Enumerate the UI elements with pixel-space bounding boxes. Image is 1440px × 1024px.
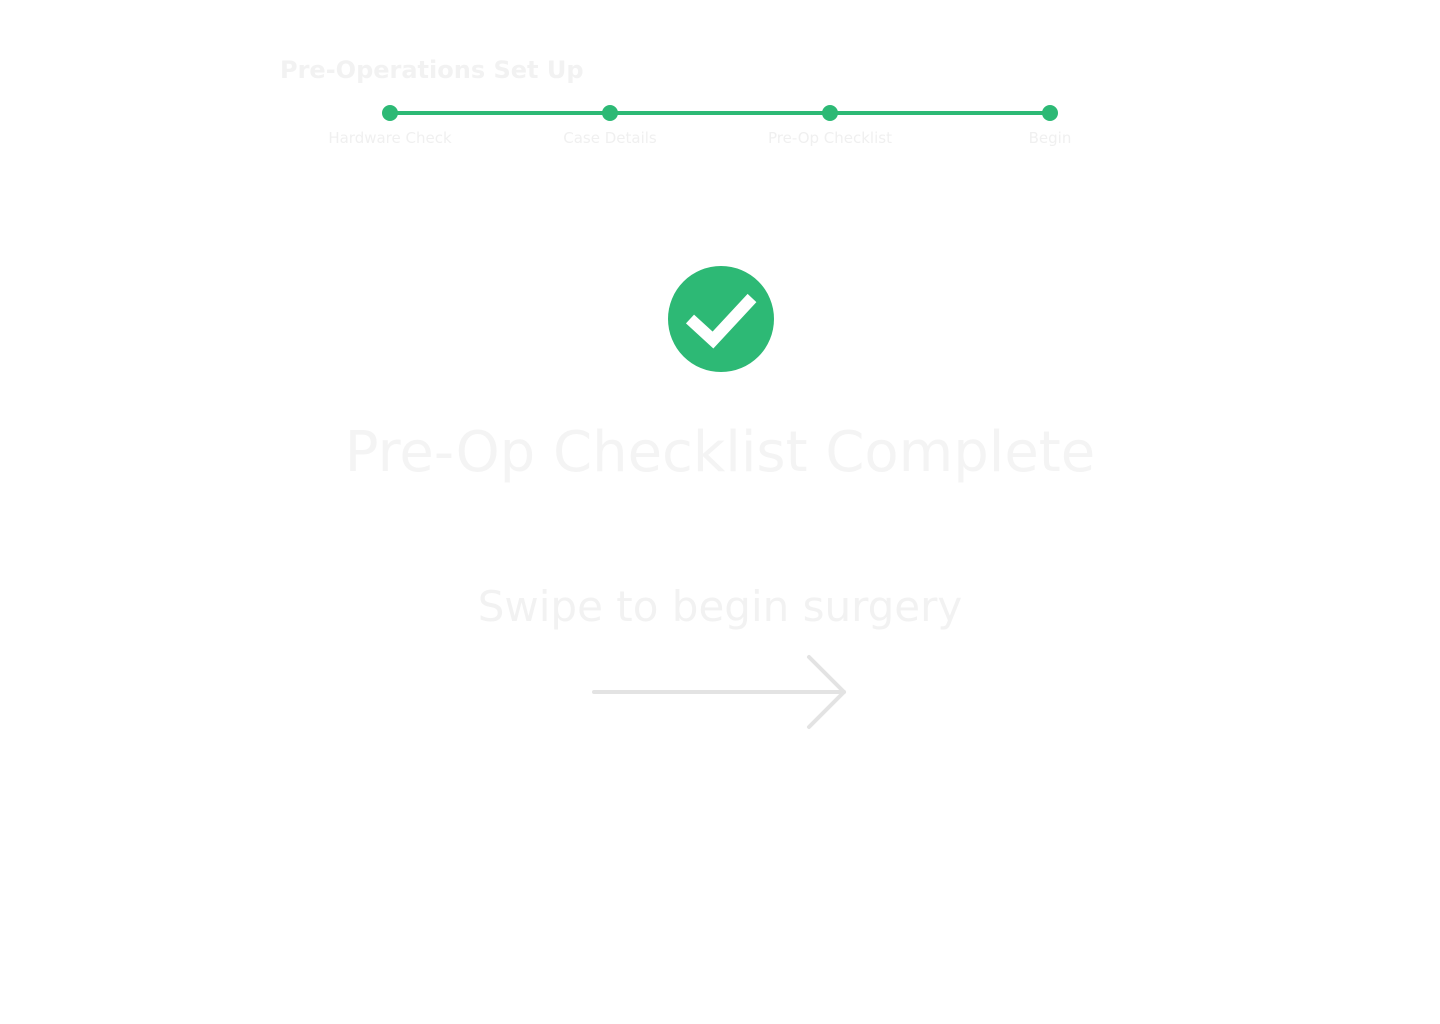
completion-headline: Pre-Op Checklist Complete [344,420,1096,485]
stepper-track [390,111,1050,115]
progress-stepper: Hardware Check Case Details Pre-Op Check… [0,0,1440,160]
step-label-case-details: Case Details [563,129,657,147]
checkmark-circle-icon [668,266,774,372]
step-dot-begin [1042,105,1058,121]
pre-op-complete-screen: Pre-Operations Set Up Hardware Check Cas… [0,0,1440,1024]
step-dot-hardware-check [382,105,398,121]
swipe-prompt: Swipe to begin surgery [477,582,963,631]
step-dot-case-details [602,105,618,121]
step-label-begin: Begin [1028,129,1072,147]
step-label-hardware-check: Hardware Check [328,129,452,147]
step-label-pre-op-checklist: Pre-Op Checklist [768,129,892,147]
step-dot-pre-op-checklist [822,105,838,121]
arrow-right-icon[interactable] [590,652,852,732]
